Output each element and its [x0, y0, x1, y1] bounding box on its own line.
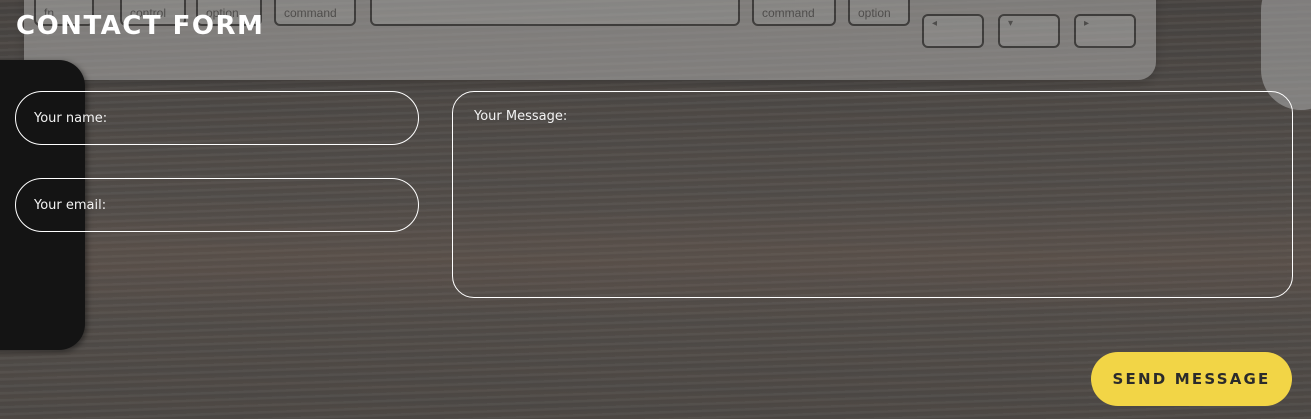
message-textarea[interactable]	[452, 91, 1293, 298]
form-title: CONTACT FORM	[16, 11, 265, 41]
name-input[interactable]	[15, 91, 419, 145]
send-message-button[interactable]: SEND MESSAGE	[1091, 352, 1292, 406]
email-input[interactable]	[15, 178, 419, 232]
